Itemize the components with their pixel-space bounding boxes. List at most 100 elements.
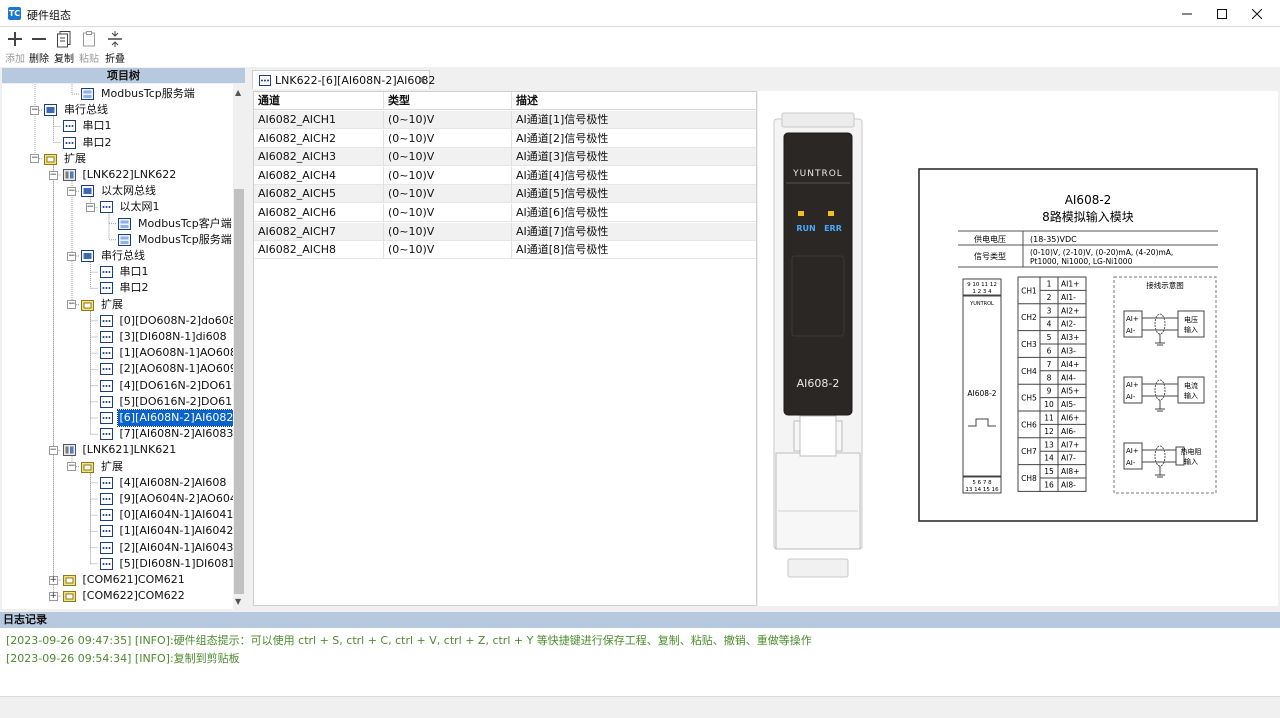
module-label: AI608-2 <box>967 389 996 398</box>
tree-scroll-thumb[interactable] <box>234 189 244 594</box>
tree-node-label: 串行总线 <box>101 249 145 262</box>
wiring-plus-label: AI+ <box>1126 315 1139 323</box>
tree-node-label: 串口2 <box>119 281 149 295</box>
type-cell: (0~10)V <box>384 166 512 185</box>
tree-node-label: [4][DO616N-2]DO616 <box>119 378 240 392</box>
collapse-toggle-icon[interactable]: − <box>48 170 58 180</box>
tree-node-label: [1][AI604N-1]AI6042 <box>119 524 234 538</box>
scroll-down-icon[interactable]: ▼ <box>235 597 241 606</box>
log-panel[interactable]: [2023-09-26 09:47:35] [INFO]:硬件组态提示：可以使用… <box>0 628 1280 696</box>
wiring-input-label: 电流 <box>1184 381 1198 390</box>
tree-node-label: [COM621]COM621 <box>82 573 185 586</box>
tree-node-label: [7][AI608N-2]AI6083 <box>119 427 234 441</box>
column-header-channel[interactable]: 通道 <box>254 92 384 110</box>
module-image: YUNTROL RUN ERR AI608-2 AI608-2 8路模拟输入模块… <box>773 112 1258 578</box>
column-header-type[interactable]: 类型 <box>384 92 512 110</box>
type-cell: (0~10)V <box>384 241 512 260</box>
table-row[interactable]: AI6082_AICH1 (0~10)V AI通道[1]信号极性 <box>254 111 756 129</box>
module-icon <box>99 412 113 424</box>
datasheet: AI608-2 8路模拟输入模块 供电电压 (18-35)VDC 信号类型 (0… <box>918 168 1258 522</box>
controller-icon <box>62 169 76 181</box>
copy-button[interactable]: 复制 <box>51 30 77 66</box>
collapse-icon <box>108 31 122 47</box>
ethernet-port-icon <box>99 201 113 214</box>
table-row[interactable]: AI6082_AICH3 (0~10)V AI通道[3]信号极性 <box>254 148 756 167</box>
channel-cell: AI6082_AICH3 <box>254 148 384 167</box>
modbus-server-icon <box>118 233 131 246</box>
pin-number: 10 <box>1044 400 1054 409</box>
tab-lnk622-ai6082[interactable]: LNK622-[6][AI608N-2]AI6082 x <box>252 70 435 89</box>
table-row[interactable]: AI6082_AICH4 (0~10)V AI通道[4]信号极性 <box>254 166 756 185</box>
paste-button[interactable]: 粘贴 <box>76 30 102 66</box>
scroll-up-icon[interactable]: ▲ <box>235 88 241 97</box>
collapse-toggle-icon[interactable]: − <box>85 202 95 212</box>
delete-button[interactable]: 删除 <box>26 30 52 66</box>
tree-node-label: ModbusTcp服务端 <box>138 232 232 246</box>
paste-icon <box>83 31 95 47</box>
pin-number: 9 <box>1047 387 1052 396</box>
run-led-label: RUN <box>796 224 815 233</box>
type-cell: (0~10)V <box>384 204 512 222</box>
tree-scrollbar[interactable]: ▲ ▼ <box>233 84 245 609</box>
module-icon <box>99 395 113 408</box>
pin-number: 6 <box>1047 347 1052 356</box>
collapse-toggle-icon[interactable]: − <box>67 300 76 310</box>
collapse-toggle-icon[interactable]: − <box>67 251 76 261</box>
maximize-icon <box>1217 8 1227 19</box>
collapse-toggle-icon[interactable]: − <box>48 445 58 455</box>
table-row[interactable]: AI6082_AICH6 (0~10)V AI通道[6]信号极性 <box>254 204 756 222</box>
wiring-minus-label: AI- <box>1126 459 1136 467</box>
pin-signal: AI6+ <box>1061 414 1079 423</box>
collapse-toggle-icon[interactable]: − <box>67 186 76 196</box>
tree-node-label: ModbusTcp服务端 <box>101 87 195 100</box>
pin-signal: AI4+ <box>1061 360 1079 369</box>
close-icon <box>1252 8 1262 19</box>
tree-node-label: [6][AI608N-2]AI6082 <box>116 409 237 427</box>
pin-signal: AI7+ <box>1061 440 1079 449</box>
channel-cell: AI6082_AICH8 <box>254 241 384 260</box>
tree-node-label: [5][DI608N-1]DI6081 <box>119 556 236 570</box>
channel-label: CH1 <box>1021 286 1037 295</box>
collapse-button[interactable]: 折叠 <box>102 30 128 66</box>
log-line: [2023-09-26 09:54:34] [INFO]:复制到剪贴板 <box>6 652 240 665</box>
copy-label: 复制 <box>54 54 74 65</box>
serial-port-icon <box>62 136 76 149</box>
channel-label: CH4 <box>1021 367 1037 376</box>
description-cell: AI通道[5]信号极性 <box>516 187 609 201</box>
pin-number: 5 <box>1047 333 1052 342</box>
pin-signal: AI8- <box>1061 481 1076 490</box>
expansion-icon <box>81 299 94 311</box>
expand-toggle-icon[interactable]: + <box>48 591 58 601</box>
top-terminals-1: 9 10 11 12 <box>967 282 997 288</box>
table-row[interactable]: AI6082_AICH8 (0~10)V AI通道[8]信号极性 <box>254 241 756 260</box>
add-button[interactable]: 添加 <box>2 30 28 66</box>
channel-cell: AI6082_AICH2 <box>254 129 384 148</box>
controller-icon <box>62 444 76 457</box>
pin-signal: AI4- <box>1061 373 1076 382</box>
pin-number: 15 <box>1044 467 1054 476</box>
module-icon <box>99 428 113 441</box>
description-cell: AI通道[8]信号极性 <box>516 243 609 257</box>
close-button[interactable] <box>1234 0 1280 27</box>
supply-label: 供电电压 <box>974 234 1006 244</box>
pin-number: 3 <box>1047 306 1052 315</box>
delete-label: 删除 <box>29 54 49 65</box>
collapse-toggle-icon[interactable]: − <box>30 154 39 164</box>
table-row[interactable]: AI6082_AICH5 (0~10)V AI通道[5]信号极性 <box>254 185 756 204</box>
type-cell: (0~10)V <box>384 111 512 129</box>
table-row[interactable]: AI6082_AICH2 (0~10)V AI通道[2]信号极性 <box>254 129 756 148</box>
pin-number: 14 <box>1044 454 1054 463</box>
collapse-toggle-icon[interactable]: − <box>67 462 76 472</box>
description-cell: AI通道[4]信号极性 <box>516 168 609 182</box>
project-tree-header: 项目树 <box>2 68 245 83</box>
tree-node-label: 串行总线 <box>64 103 108 117</box>
expand-toggle-icon[interactable]: + <box>48 575 58 585</box>
tree-node-label: [0][DO608N-2]do608 <box>119 313 236 327</box>
tab-close-icon[interactable]: x <box>419 73 426 86</box>
err-led-label: ERR <box>824 224 842 233</box>
table-row[interactable]: AI6082_AICH7 (0~10)V AI通道[7]信号极性 <box>254 222 756 241</box>
collapse-toggle-icon[interactable]: − <box>30 105 39 115</box>
collapse-label: 折叠 <box>105 54 125 65</box>
column-header-description[interactable]: 描述 <box>512 92 756 110</box>
top-terminals-2: 1 2 3 4 <box>972 289 992 295</box>
